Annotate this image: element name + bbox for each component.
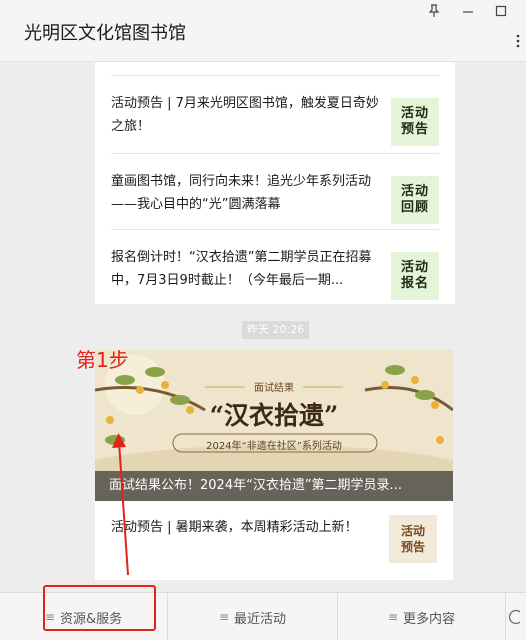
article-title[interactable]: 活动预告 | 暑期来袭，本周精彩活动上新！: [111, 516, 358, 535]
article-item[interactable]: 报名倒计时！“汉衣拾遗”第二期学员正在招募中，7月3日9时截止！（今年最后一期.…: [111, 229, 439, 304]
menu-icon: ≡: [218, 610, 230, 624]
article-card: 活动预告 | 7月来光明区图书馆，触发夏日奇妙之旅！ 活动预告 童画图书馆，同行…: [95, 62, 455, 304]
menu-icon: ≡: [387, 610, 399, 624]
article-thumbnail: 活动报名: [391, 252, 439, 300]
banner-title: “汉衣拾遗”: [209, 401, 339, 430]
title-bar: 光明区文化馆图书馆: [0, 0, 526, 62]
minimize-icon[interactable]: [458, 4, 478, 24]
article-item[interactable]: 童画图书馆，同行向未来！追光少年系列活动——我心目中的“光”圆满落幕 活动回顾: [111, 153, 439, 229]
keyboard-toggle-icon[interactable]: [506, 593, 524, 640]
article-thumbnail: 活动回顾: [391, 176, 439, 224]
banner-caption: 面试结果公布！2024年“汉衣拾遗”第二期学员录...: [95, 471, 453, 501]
article-card: 面试结果 “汉衣拾遗” 2024年“非遗在社区”系列活动 面试结果公布！2024…: [95, 350, 453, 580]
article-thumbnail[interactable]: 活动预告: [389, 515, 437, 563]
article-title: 报名倒计时！“汉衣拾遗”第二期学员正在招募中，7月3日9时截止！（今年最后一期.…: [111, 250, 372, 288]
article-thumbnail: 活动预告: [391, 98, 439, 146]
maximize-icon[interactable]: [491, 4, 511, 24]
step-annotation-label: 第1步: [76, 348, 129, 372]
banner-tagline: 2024年“非遗在社区”系列活动: [206, 441, 342, 452]
message-list[interactable]: 活动预告 | 7月来光明区图书馆，触发夏日奇妙之旅！ 活动预告 童画图书馆，同行…: [0, 62, 526, 592]
more-dots-icon[interactable]: [516, 34, 520, 52]
menu-tab-recent-activities[interactable]: ≡ 最近活动: [168, 593, 338, 640]
article-item[interactable]: 活动预告 | 7月来光明区图书馆，触发夏日奇妙之旅！ 活动预告: [111, 75, 439, 153]
article-title: 活动预告 | 7月来光明区图书馆，触发夏日奇妙之旅！: [111, 96, 379, 134]
article-title: 童画图书馆，同行向未来！追光少年系列活动——我心目中的“光”圆满落幕: [111, 174, 372, 212]
menu-tab-more-content[interactable]: ≡ 更多内容: [338, 593, 506, 640]
window-title: 光明区文化馆图书馆: [24, 23, 186, 44]
article-banner[interactable]: 面试结果 “汉衣拾遗” 2024年“非遗在社区”系列活动 面试结果公布！2024…: [95, 350, 453, 501]
highlight-box: [43, 585, 156, 631]
pin-icon[interactable]: [424, 4, 444, 24]
message-timestamp: 昨天 20:26: [242, 321, 310, 339]
banner-subtitle: 面试结果: [254, 383, 294, 394]
